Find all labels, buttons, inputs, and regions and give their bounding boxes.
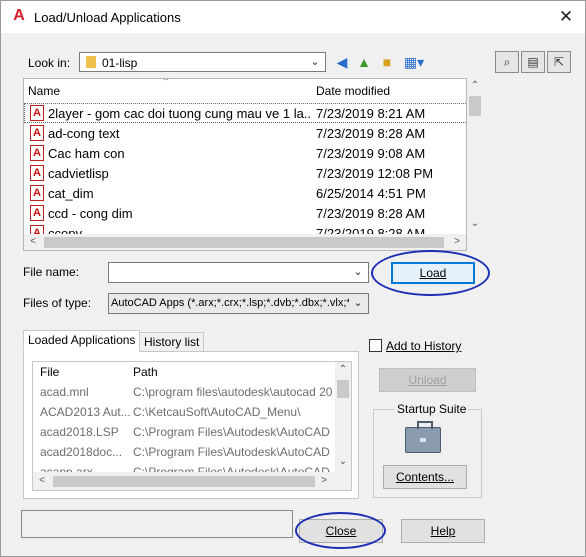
lisp-file-icon: A: [30, 205, 44, 221]
files-of-type-value: AutoCAD Apps (*.arx;*.crx;*.lsp;*.dvb;*.…: [111, 297, 349, 309]
file-list-vscroll[interactable]: ⌃ ⌄: [467, 78, 484, 233]
scroll-right-icon[interactable]: >: [450, 236, 464, 247]
loaded-list-hscroll[interactable]: < >: [33, 472, 351, 490]
file-row[interactable]: A ad-cong text 7/23/2019 8:28 AM: [24, 123, 466, 143]
loaded-applications-list[interactable]: File Path acad.mnl C:\program files\auto…: [32, 361, 352, 491]
tab-history-list[interactable]: History list: [139, 332, 205, 352]
folder-icon: [86, 56, 96, 68]
help-button[interactable]: Help: [401, 519, 485, 543]
file-list-hscroll[interactable]: < >: [24, 234, 466, 250]
chevron-down-icon: ⌄: [310, 56, 320, 68]
file-name-label: File name:: [23, 265, 80, 279]
tab-loaded-applications[interactable]: Loaded Applications: [23, 330, 141, 352]
vscroll-thumb[interactable]: [469, 96, 481, 116]
chevron-down-icon: ⌄: [353, 266, 363, 278]
file-row[interactable]: A ccd - cong dim 7/23/2019 8:28 AM: [24, 203, 466, 223]
column-header-date[interactable]: Date modified: [316, 84, 390, 98]
sort-caret-icon: ⌃: [162, 78, 171, 88]
loaded-row[interactable]: ACAD2013 Aut... C:\KetcauSoft\AutoCAD_Me…: [33, 402, 351, 422]
title-bar: A Load/Unload Applications ✕: [1, 1, 585, 33]
lisp-file-icon: A: [30, 105, 44, 121]
hscroll-thumb[interactable]: [53, 476, 315, 487]
close-button[interactable]: Close: [299, 519, 383, 543]
new-folder-icon[interactable]: ■: [378, 53, 396, 71]
scroll-down-icon[interactable]: ⌄: [336, 456, 350, 467]
files-of-type-combo[interactable]: AutoCAD Apps (*.arx;*.crx;*.lsp;*.dvb;*.…: [108, 293, 369, 314]
file-list[interactable]: Name ⌃ Date modified A 2layer - gom cac …: [23, 78, 467, 251]
scroll-right-icon[interactable]: >: [317, 475, 331, 486]
views-icon[interactable]: ▦▾: [401, 53, 427, 71]
scroll-up-icon[interactable]: ⌃: [336, 364, 350, 375]
add-to-history-checkbox[interactable]: [369, 339, 382, 352]
add-to-history-label: Add to History: [386, 339, 462, 353]
status-bar: [21, 510, 293, 538]
hscroll-thumb[interactable]: [44, 237, 444, 248]
file-row[interactable]: A Cac ham con 7/23/2019 9:08 AM: [24, 143, 466, 163]
scroll-left-icon[interactable]: <: [35, 475, 49, 486]
look-in-combo[interactable]: 01-lisp ⌄: [79, 52, 326, 72]
lisp-file-icon: A: [30, 125, 44, 141]
up-folder-icon[interactable]: ▲: [355, 53, 373, 71]
close-window-icon[interactable]: ✕: [554, 5, 578, 29]
lisp-file-icon: A: [30, 165, 44, 181]
look-in-label: Look in:: [28, 56, 71, 70]
file-row[interactable]: A cat_dim 6/25/2014 4:51 PM: [24, 183, 466, 203]
browse-icon[interactable]: ▤: [521, 51, 545, 73]
load-unload-dialog: A Load/Unload Applications ✕ Look in: 01…: [0, 0, 586, 557]
scroll-up-icon[interactable]: ⌃: [468, 80, 482, 91]
file-name-combo[interactable]: ⌄: [108, 262, 369, 283]
chevron-down-icon: ⌄: [353, 297, 363, 309]
vscroll-thumb[interactable]: [337, 380, 349, 398]
load-button[interactable]: Load: [391, 262, 475, 284]
dialog-title: Load/Unload Applications: [34, 10, 181, 25]
scroll-down-icon[interactable]: ⌄: [468, 218, 482, 229]
contents-button[interactable]: Contents...: [383, 465, 467, 489]
look-in-value: 01-lisp: [102, 56, 138, 70]
loaded-row[interactable]: acad.mnl C:\program files\autodesk\autoc…: [33, 382, 351, 402]
file-row[interactable]: A 2layer - gom cac doi tuong cung mau ve…: [24, 103, 466, 123]
file-row[interactable]: A cadvietlisp 7/23/2019 12:08 PM: [24, 163, 466, 183]
loaded-list-header: File Path: [33, 362, 351, 382]
back-icon[interactable]: ◀: [333, 53, 351, 71]
briefcase-icon[interactable]: [405, 421, 441, 453]
column-header-file[interactable]: File: [40, 365, 130, 379]
startup-suite-label: Startup Suite: [395, 402, 469, 416]
loaded-list-vscroll[interactable]: ⌃ ⌄: [335, 362, 351, 472]
column-header-path[interactable]: Path: [133, 365, 333, 379]
lisp-file-icon: A: [30, 145, 44, 161]
files-of-type-label: Files of type:: [23, 296, 92, 310]
unload-button[interactable]: Unload: [379, 368, 476, 392]
autocad-app-icon: A: [13, 7, 25, 24]
loaded-row[interactable]: acad2018.LSP C:\Program Files\Autodesk\A…: [33, 422, 351, 442]
scroll-left-icon[interactable]: <: [26, 236, 40, 247]
file-list-header: Name ⌃ Date modified: [24, 78, 466, 101]
lisp-file-icon: A: [30, 185, 44, 201]
export-icon[interactable]: ⇱: [547, 51, 571, 73]
column-header-name[interactable]: Name: [28, 84, 60, 98]
find-icon[interactable]: ⌕: [495, 51, 519, 73]
loaded-row[interactable]: acad2018doc... C:\Program Files\Autodesk…: [33, 442, 351, 462]
